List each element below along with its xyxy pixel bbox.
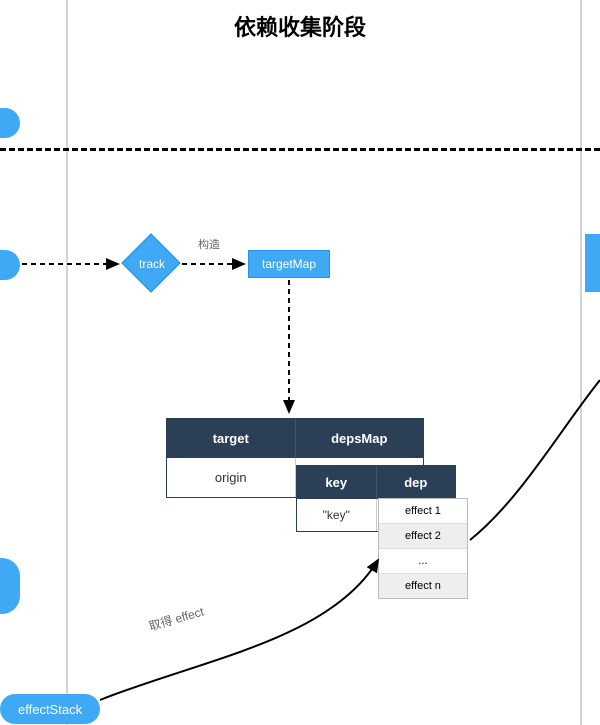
- targetmap-node: targetMap: [248, 250, 330, 278]
- left-edge-node-2: [0, 250, 20, 280]
- effectstack-label: effectStack: [18, 702, 82, 717]
- get-effect-label: 取得 effect: [147, 603, 206, 635]
- list-item: effect 2: [379, 524, 467, 549]
- column-divider-left: [66, 0, 68, 725]
- list-item: effect 1: [379, 499, 467, 524]
- table-header: depsMap: [296, 419, 424, 458]
- table-cell: "key": [297, 499, 377, 531]
- column-divider-right: [580, 0, 582, 725]
- list-item: ...: [379, 549, 467, 574]
- dep-list: effect 1 effect 2 ... effect n: [378, 498, 468, 599]
- track-node: track: [122, 234, 182, 294]
- targetmap-label: targetMap: [262, 257, 316, 271]
- table-header: target: [167, 419, 296, 458]
- diagram-title: 依赖收集阶段: [0, 10, 600, 42]
- table-cell: origin: [167, 458, 296, 497]
- right-edge-node: [585, 234, 600, 292]
- arrows-overlay: [0, 0, 600, 725]
- list-item: effect n: [379, 574, 467, 598]
- table-header: key: [297, 466, 377, 499]
- left-edge-node-3: [0, 558, 20, 614]
- track-label: track: [122, 234, 182, 294]
- table-header: dep: [377, 466, 456, 499]
- horizontal-dashed-divider: [0, 148, 600, 151]
- construct-label: 构造: [198, 236, 220, 252]
- effectstack-node: effectStack: [0, 694, 100, 724]
- left-edge-node-1: [0, 108, 20, 138]
